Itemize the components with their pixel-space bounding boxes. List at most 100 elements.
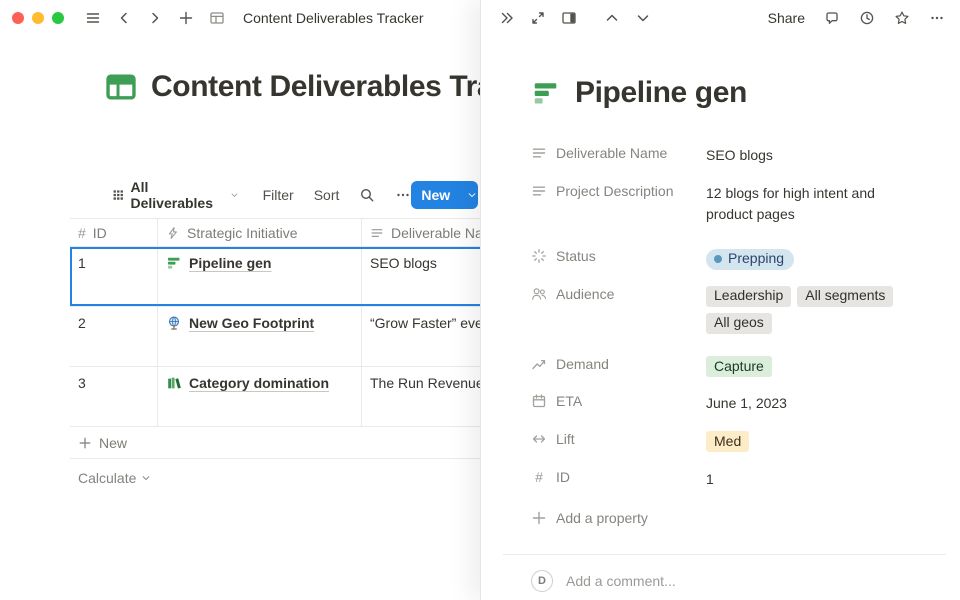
property-value[interactable]: Med [706, 429, 916, 453]
chevron-left-icon [116, 10, 132, 26]
share-button[interactable]: Share [768, 10, 805, 26]
plus-icon [531, 510, 547, 526]
view-switcher[interactable]: All Deliverables [112, 179, 239, 211]
property-value[interactable]: June 1, 2023 [706, 391, 916, 415]
table-row[interactable]: 3 Category domination The Run Revenue S [70, 367, 480, 427]
property-label[interactable]: Demand [531, 356, 706, 372]
tag-pill[interactable]: Capture [706, 356, 772, 377]
property-label[interactable]: Status [531, 248, 706, 264]
people-icon [531, 286, 547, 302]
property-label[interactable]: Audience [531, 286, 706, 302]
property-value[interactable]: 12 blogs for high intent and product pag… [706, 181, 916, 226]
zoom-window-button[interactable] [52, 12, 64, 24]
favorite-button[interactable] [894, 10, 910, 26]
record-title[interactable]: Pipeline gen [575, 76, 747, 110]
bar-chart-icon[interactable] [531, 78, 561, 108]
page-link[interactable]: Category domination [189, 375, 329, 391]
property-row-demand: Demand Capture [531, 347, 926, 385]
tag-pill[interactable]: All segments [797, 286, 893, 307]
property-label[interactable]: Deliverable Name [531, 145, 706, 161]
cell-strategic-initiative[interactable]: Pipeline gen [158, 247, 362, 306]
sort-button[interactable]: Sort [314, 187, 340, 203]
cell-strategic-initiative[interactable]: Category domination [158, 367, 362, 426]
cell-id[interactable]: 3 [70, 367, 158, 426]
window-topbar: Content Deliverables Tracker [0, 0, 480, 36]
updates-button[interactable] [859, 10, 875, 26]
calculate-button[interactable]: Calculate [70, 470, 151, 486]
page-link[interactable]: Pipeline gen [189, 255, 271, 271]
text-icon [531, 183, 547, 199]
clock-icon [859, 10, 875, 26]
text-icon [531, 145, 547, 161]
column-header-deliverable-name[interactable]: Deliverable Name [362, 219, 480, 246]
cell-strategic-initiative[interactable]: New Geo Footprint [158, 307, 362, 366]
prev-record-button[interactable] [601, 7, 623, 29]
property-value[interactable]: Capture [706, 354, 916, 378]
notion-window: Content Deliverables Tracker Content Del… [0, 0, 960, 600]
peek-panel: Share Pipeline gen Deliverable Name SEO … [480, 0, 960, 600]
star-icon [894, 10, 910, 26]
next-record-button[interactable] [632, 7, 654, 29]
comment-input[interactable]: Add a comment... [566, 573, 676, 589]
open-in-side-panel-button[interactable] [558, 7, 580, 29]
property-value[interactable]: SEO blogs [706, 143, 916, 167]
page-title[interactable]: Content Deliverables Tracker [151, 70, 480, 104]
page-link[interactable]: New Geo Footprint [189, 315, 314, 331]
cell-deliverable-name[interactable]: The Run Revenue S [362, 367, 480, 426]
add-property-button[interactable]: Add a property [531, 504, 926, 532]
tag-pill[interactable]: All geos [706, 313, 772, 334]
property-value[interactable]: Leadership All segments All geos [706, 284, 916, 334]
lightning-icon [166, 226, 180, 240]
comments-button[interactable] [824, 10, 840, 26]
cell-deliverable-name[interactable]: SEO blogs [362, 247, 480, 306]
plus-icon [78, 436, 92, 450]
column-header-id[interactable]: # ID [70, 219, 158, 246]
filter-button[interactable]: Filter [263, 187, 294, 203]
property-value[interactable]: 1 [706, 467, 916, 491]
table-row[interactable]: 1 Pipeline gen SEO blogs [70, 247, 480, 307]
property-value[interactable]: Prepping [706, 246, 916, 270]
more-button[interactable] [929, 10, 945, 26]
database-icon[interactable] [104, 70, 138, 104]
cell-id[interactable]: 1 [70, 247, 158, 306]
sidebar-menu-button[interactable] [82, 7, 104, 29]
new-row-button[interactable]: New [70, 427, 480, 459]
double-chevron-right-icon [499, 10, 515, 26]
table-row[interactable]: 2 New Geo Footprint “Grow Faster” eve [70, 307, 480, 367]
expand-diagonal-icon [530, 10, 546, 26]
expand-page-button[interactable] [527, 7, 549, 29]
peek-topbar: Share [481, 0, 960, 36]
cell-id[interactable]: 2 [70, 307, 158, 366]
divider [503, 554, 946, 555]
tag-pill[interactable]: Leadership [706, 286, 791, 307]
globe-icon [166, 315, 182, 331]
property-label[interactable]: # ID [531, 469, 706, 485]
breadcrumb-title[interactable]: Content Deliverables Tracker [243, 10, 424, 26]
property-label[interactable]: ETA [531, 393, 706, 409]
view-options-button[interactable] [395, 187, 411, 203]
minimize-window-button[interactable] [32, 12, 44, 24]
cell-deliverable-name[interactable]: “Grow Faster” eve [362, 307, 480, 366]
view-name: All Deliverables [131, 179, 224, 211]
new-record-button[interactable]: New [411, 187, 460, 203]
search-button[interactable] [359, 187, 375, 203]
column-header-strategic-initiative[interactable]: Strategic Initiative [158, 219, 362, 246]
new-record-dropdown[interactable] [460, 190, 478, 200]
tag-pill[interactable]: Med [706, 431, 749, 452]
new-row-label: New [99, 435, 127, 451]
chevron-down-icon [141, 473, 151, 483]
status-pill[interactable]: Prepping [706, 249, 794, 270]
nav-forward-button[interactable] [144, 7, 166, 29]
property-label[interactable]: Lift [531, 431, 706, 447]
property-row-id: # ID 1 [531, 460, 926, 498]
chevron-down-icon [635, 10, 651, 26]
avatar: D [531, 570, 553, 592]
hash-icon: # [78, 225, 86, 241]
close-peek-button[interactable] [496, 7, 518, 29]
new-page-button[interactable] [175, 7, 197, 29]
add-property-label: Add a property [556, 510, 648, 526]
close-window-button[interactable] [12, 12, 24, 24]
property-label[interactable]: Project Description [531, 183, 706, 199]
nav-back-button[interactable] [113, 7, 135, 29]
calculate-label: Calculate [78, 470, 136, 486]
